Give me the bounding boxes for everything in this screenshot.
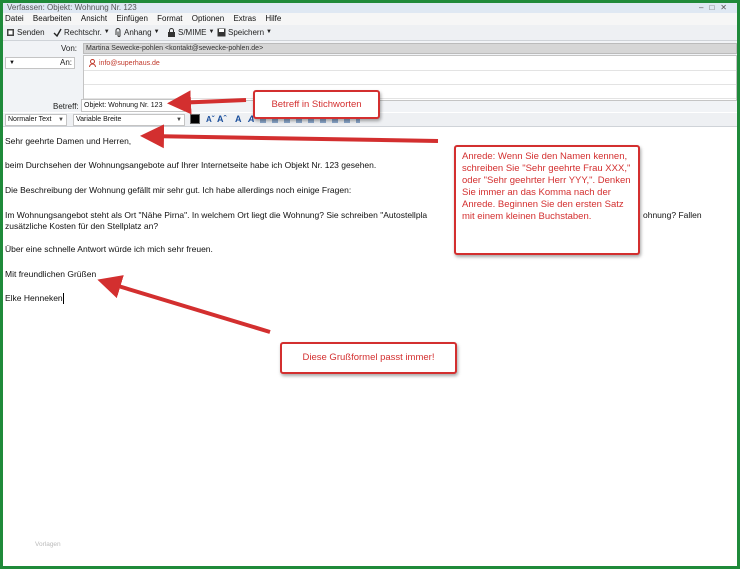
compose-window: Verfassen: Objekt: Wohnung Nr. 123 –□✕ D…	[3, 3, 737, 566]
arrow-to-closing	[97, 275, 271, 334]
callout-subject: Betreff in Stichworten	[253, 90, 380, 119]
callout-closing-text: Diese Grußformel passt immer!	[302, 352, 435, 363]
callout-closing: Diese Grußformel passt immer!	[280, 342, 457, 374]
callout-salutation-text: Anrede: Wenn Sie den Namen kennen, schre…	[462, 151, 631, 222]
callout-salutation: Anrede: Wenn Sie den Namen kennen, schre…	[454, 145, 640, 255]
annotation-arrows	[97, 90, 439, 334]
arrow-to-subject	[167, 90, 247, 115]
callout-subject-text: Betreff in Stichworten	[271, 99, 362, 110]
arrow-to-salutation	[140, 124, 439, 149]
